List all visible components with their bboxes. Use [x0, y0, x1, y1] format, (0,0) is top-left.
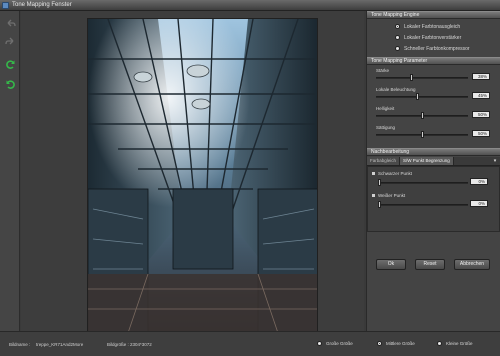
reset-green-icon[interactable]	[5, 79, 16, 90]
saturation-value[interactable]: 50%	[472, 130, 490, 137]
engine-option-local-enhancer[interactable]: Lokaler Farbtonverstärker	[367, 32, 500, 43]
engine-header: Tone Mapping Engine	[367, 11, 500, 19]
filename-value: treppe_KR71And2More	[36, 342, 84, 347]
local-lighting-slider[interactable]	[376, 96, 468, 98]
black-point-row: Schwarzer Punkt 0%	[372, 171, 498, 191]
size-option-large[interactable]: Große Größe	[317, 341, 353, 346]
param-label: Sättigung	[376, 125, 396, 130]
radio-button[interactable]	[377, 341, 382, 346]
post-processing-header: Nachbearbeitung	[367, 148, 500, 156]
engine-option-local-equalizer[interactable]: Lokaler Farbtonausgleich	[367, 21, 500, 32]
size-option-medium[interactable]: Mittlere Größe	[377, 341, 415, 346]
window-title: Tone Mapping Fenster	[12, 2, 72, 8]
saturation-slider-thumb[interactable]	[420, 131, 424, 138]
post-processing-tabs: Farbabgleich S/W Punkt Begrenzung ▾	[367, 157, 500, 166]
params-header: Tone Mapping Parameter	[367, 57, 500, 65]
filename-label: Bildname :	[9, 342, 31, 347]
engine-option-label: Lokaler Farbtonausgleich	[404, 23, 461, 30]
local-lighting-value[interactable]: 45%	[472, 92, 490, 99]
black-point-label: Schwarzer Punkt	[378, 171, 413, 176]
black-point-slider-thumb[interactable]	[378, 179, 381, 186]
brightness-value[interactable]: 50%	[472, 111, 490, 118]
reset-button[interactable]: Reset	[415, 259, 445, 270]
param-label: Helligkeit	[376, 106, 395, 111]
radio-button[interactable]	[395, 24, 400, 29]
engine-option-fast-compressor[interactable]: Schneller Farbtonkompressor	[367, 43, 500, 54]
status-bar: Bildname : treppe_KR71And2More Bildgröße…	[0, 331, 500, 356]
brightness-slider-thumb[interactable]	[420, 112, 424, 119]
radio-button[interactable]	[317, 341, 322, 346]
size-option-label: Große Größe	[326, 341, 353, 346]
white-point-slider-thumb[interactable]	[378, 201, 381, 208]
cancel-button[interactable]: Abbrechen	[454, 259, 490, 270]
white-point-label: Weißer Punkt	[378, 193, 406, 198]
dialog-buttons: Ok Reset Abbrechen	[367, 259, 500, 273]
undo-icon[interactable]	[5, 19, 16, 30]
bullet-icon	[372, 194, 375, 197]
params-section: Tone Mapping Parameter Stärke 38% Lokale…	[367, 57, 500, 143]
black-point-value[interactable]: 0%	[470, 178, 488, 185]
strength-slider-thumb[interactable]	[409, 74, 413, 81]
app-icon	[2, 2, 9, 9]
size-option-small[interactable]: Kleine Größe	[437, 341, 473, 346]
post-processing-section: Nachbearbeitung Farbabgleich S/W Punkt B…	[367, 148, 500, 232]
size-option-label: Kleine Größe	[446, 341, 473, 346]
title-bar: Tone Mapping Fenster	[0, 0, 500, 11]
param-brightness: Helligkeit 50%	[367, 105, 500, 124]
engine-option-label: Lokaler Farbtonverstärker	[404, 34, 462, 41]
hdr-preview-image	[87, 18, 318, 332]
local-lighting-slider-thumb[interactable]	[416, 93, 420, 100]
radio-button[interactable]	[395, 35, 400, 40]
param-label: Stärke	[376, 68, 390, 73]
image-size: Bildgröße : 2304*3072	[107, 342, 152, 347]
strength-value[interactable]: 38%	[472, 73, 490, 80]
white-point-value[interactable]: 0%	[470, 200, 488, 207]
param-label: Lokale Beleuchtung	[376, 87, 416, 92]
strength-slider[interactable]	[376, 77, 468, 79]
ok-button[interactable]: Ok	[376, 259, 406, 270]
refresh-green-icon[interactable]	[5, 59, 16, 70]
param-strength: Stärke 38%	[367, 67, 500, 86]
bullet-icon	[372, 172, 375, 175]
white-point-slider[interactable]	[378, 204, 468, 206]
radio-button[interactable]	[437, 341, 442, 346]
radio-button[interactable]	[395, 46, 400, 51]
size-option-label: Mittlere Größe	[386, 341, 415, 346]
engine-section: Tone Mapping Engine Lokaler Farbtonausgl…	[367, 11, 500, 54]
image-preview-area	[21, 11, 364, 332]
param-local-lighting: Lokale Beleuchtung 45%	[367, 86, 500, 105]
tab-bw-point-limit[interactable]: S/W Punkt Begrenzung	[400, 157, 454, 165]
tab-menu-chevron-icon[interactable]: ▾	[490, 157, 500, 165]
bw-point-panel: Schwarzer Punkt 0% Weißer Punkt 0%	[367, 166, 500, 232]
param-saturation: Sättigung 50%	[367, 124, 500, 143]
engine-option-label: Schneller Farbtonkompressor	[404, 45, 470, 52]
redo-icon[interactable]	[5, 37, 16, 48]
tab-color-balance[interactable]: Farbabgleich	[367, 157, 401, 165]
black-point-slider[interactable]	[378, 182, 468, 184]
tool-strip	[0, 11, 20, 331]
white-point-row: Weißer Punkt 0%	[372, 193, 498, 213]
settings-panel: Tone Mapping Engine Lokaler Farbtonausgl…	[366, 11, 500, 331]
